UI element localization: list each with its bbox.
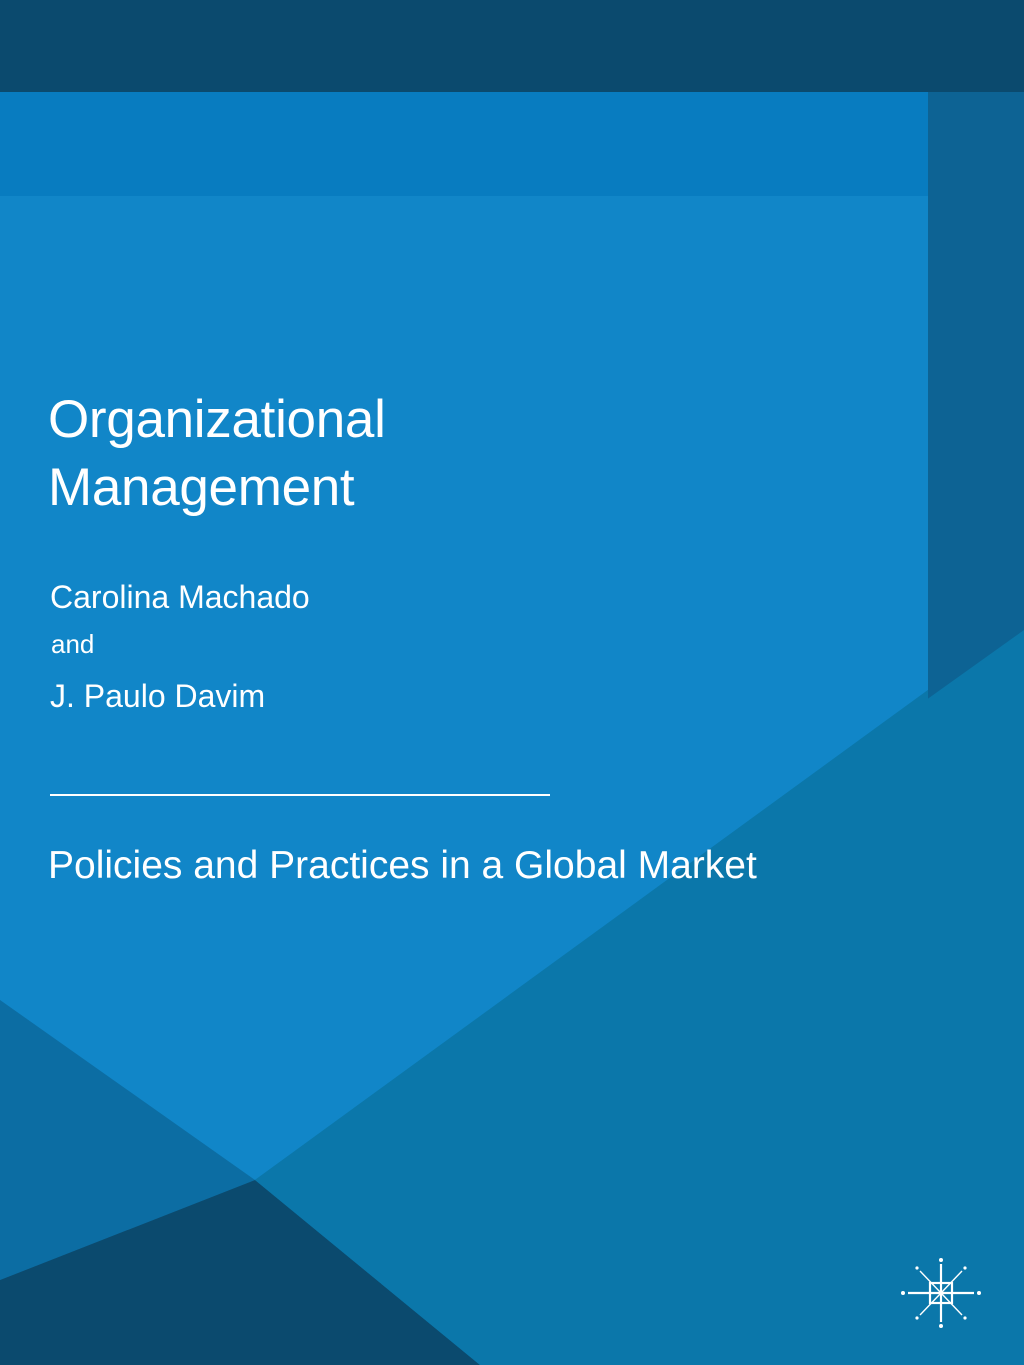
divider-line	[50, 794, 550, 796]
book-cover: Organizational Management Carolina Macha…	[0, 0, 1024, 1365]
author-conjunction: and	[51, 629, 95, 659]
publisher-logo-icon	[901, 1258, 981, 1328]
title-line-2: Management	[48, 458, 355, 517]
author-name-2: J. Paulo Davim	[50, 678, 266, 714]
author-name-1: Carolina Machado	[50, 579, 310, 615]
upper-strip	[0, 92, 928, 196]
book-subtitle: Policies and Practices in a Global Marke…	[48, 844, 757, 887]
book-title: Organizational Management	[48, 386, 386, 522]
title-line-1: Organizational	[48, 390, 386, 449]
